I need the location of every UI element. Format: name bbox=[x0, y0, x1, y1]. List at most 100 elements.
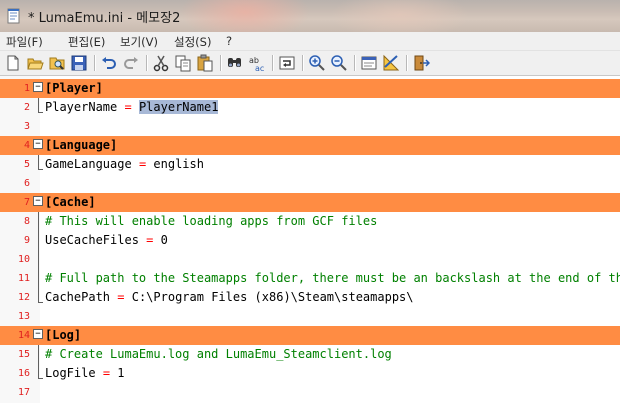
section-header: [Cache] bbox=[45, 195, 96, 209]
line-number: 8 bbox=[23, 216, 30, 227]
title-bar[interactable]: * LumaEmu.ini - 메모장2 bbox=[0, 0, 620, 32]
line-number: 11 bbox=[17, 273, 30, 284]
code-text: UseCacheFiles = 0 bbox=[45, 233, 168, 247]
ini-operator: = bbox=[138, 157, 147, 171]
open-file-icon[interactable] bbox=[26, 54, 44, 72]
toolbar-separator bbox=[272, 55, 274, 71]
code-text: LogFile = 1 bbox=[45, 366, 125, 380]
zoom-in-icon[interactable] bbox=[308, 54, 326, 72]
code-line[interactable]: 10 bbox=[0, 250, 620, 269]
menu-file[interactable]: 파일(F) bbox=[6, 34, 43, 50]
menu-view[interactable]: 보기(V) bbox=[120, 34, 158, 50]
code-line[interactable]: 6 bbox=[0, 174, 620, 193]
replace-icon[interactable]: ab ac bbox=[248, 54, 266, 72]
code-line[interactable]: 16 LogFile = 1 bbox=[0, 364, 620, 383]
editor-area[interactable]: 1 − [Player] 2 PlayerName = PlayerName1 … bbox=[0, 76, 620, 403]
title-bar-background-glow bbox=[180, 0, 310, 32]
line-number: 1 bbox=[23, 83, 30, 94]
menu-edit[interactable]: 편집(E) bbox=[68, 34, 105, 50]
svg-text:ac: ac bbox=[255, 64, 264, 72]
comment-text: # This will enable loading apps from GCF… bbox=[45, 214, 378, 228]
code-line[interactable]: 4 − [Language] bbox=[0, 136, 620, 155]
ini-key: PlayerName bbox=[45, 100, 118, 114]
scheme-icon[interactable] bbox=[360, 54, 378, 72]
ini-value: 1 bbox=[117, 366, 125, 380]
copy-icon[interactable] bbox=[174, 54, 192, 72]
code-line[interactable]: 8 # This will enable loading apps from G… bbox=[0, 212, 620, 231]
code-line[interactable]: 17 bbox=[0, 383, 620, 402]
ini-operator: = bbox=[117, 290, 125, 304]
toolbar-separator bbox=[94, 55, 96, 71]
fold-toggle-icon[interactable]: − bbox=[33, 329, 43, 339]
line-number: 17 bbox=[17, 387, 30, 398]
fold-toggle-icon[interactable]: − bbox=[33, 82, 43, 92]
ini-operator: = bbox=[124, 100, 132, 114]
save-icon[interactable] bbox=[70, 54, 88, 72]
line-number: 12 bbox=[17, 292, 30, 303]
toolbar-separator bbox=[406, 55, 408, 71]
ini-key: UseCacheFiles bbox=[45, 233, 139, 247]
code-line[interactable]: 13 bbox=[0, 307, 620, 326]
section-header: [Language] bbox=[45, 138, 118, 152]
comment-text: # Full path to the Steamapps folder, the… bbox=[45, 271, 620, 285]
menu-settings[interactable]: 설정(S) bbox=[174, 34, 211, 50]
ini-operator: = bbox=[102, 366, 111, 380]
line-number: 4 bbox=[23, 140, 30, 151]
line-number: 6 bbox=[23, 178, 30, 189]
ini-key: GameLanguage bbox=[45, 157, 132, 171]
toolbar-separator bbox=[354, 55, 356, 71]
code-line[interactable]: 12 CachePath = C:\Program Files (x86)\St… bbox=[0, 288, 620, 307]
window-title: * LumaEmu.ini - 메모장2 bbox=[28, 11, 181, 26]
comment-text: # Create LumaEmu.log and LumaEmu_Steamcl… bbox=[45, 347, 392, 361]
code-text: PlayerName = PlayerName1 bbox=[45, 100, 219, 114]
browse-icon[interactable] bbox=[48, 54, 66, 72]
code-line[interactable]: 3 bbox=[0, 117, 620, 136]
code-line[interactable]: 2 PlayerName = PlayerName1 bbox=[0, 98, 620, 117]
find-icon[interactable] bbox=[226, 54, 244, 72]
zoom-out-icon[interactable] bbox=[330, 54, 348, 72]
toolbar-separator bbox=[220, 55, 222, 71]
code-line[interactable]: 1 − [Player] bbox=[0, 79, 620, 98]
code-text: CachePath = C:\Program Files (x86)\Steam… bbox=[45, 290, 414, 304]
line-number: 3 bbox=[23, 121, 30, 132]
code-line[interactable]: 14 − [Log] bbox=[0, 326, 620, 345]
code-line[interactable]: 9 UseCacheFiles = 0 bbox=[0, 231, 620, 250]
ini-operator: = bbox=[146, 233, 154, 247]
line-number: 14 bbox=[17, 330, 30, 341]
paste-icon[interactable] bbox=[196, 54, 214, 72]
menu-help[interactable]: ? bbox=[226, 34, 232, 48]
ini-key: CachePath bbox=[45, 290, 111, 304]
fold-toggle-icon[interactable]: − bbox=[33, 196, 43, 206]
code-line[interactable]: 15 # Create LumaEmu.log and LumaEmu_Stea… bbox=[0, 345, 620, 364]
new-file-icon[interactable] bbox=[4, 54, 22, 72]
ini-value: 0 bbox=[160, 233, 168, 247]
exit-icon[interactable] bbox=[412, 54, 430, 72]
redo-icon[interactable] bbox=[122, 54, 140, 72]
section-header: [Log] bbox=[45, 328, 82, 342]
toolbar-separator bbox=[302, 55, 304, 71]
selected-value: PlayerName1 bbox=[138, 100, 219, 114]
code-text: GameLanguage = english bbox=[45, 157, 204, 171]
line-number: 15 bbox=[17, 349, 30, 360]
line-number: 13 bbox=[17, 311, 30, 322]
line-number: 16 bbox=[17, 368, 30, 379]
cut-icon[interactable] bbox=[152, 54, 170, 72]
ini-value: C:\Program Files (x86)\Steam\steamapps\ bbox=[131, 290, 414, 304]
undo-icon[interactable] bbox=[100, 54, 118, 72]
code-line[interactable]: 11 # Full path to the Steamapps folder, … bbox=[0, 269, 620, 288]
notepad-app-icon[interactable] bbox=[6, 8, 22, 24]
line-number: 2 bbox=[23, 102, 30, 113]
line-number: 9 bbox=[23, 235, 30, 246]
fold-toggle-icon[interactable]: − bbox=[33, 139, 43, 149]
code-line[interactable]: 5 GameLanguage = english bbox=[0, 155, 620, 174]
title-bar-background-glow-2 bbox=[330, 0, 470, 32]
customize-icon[interactable] bbox=[382, 54, 400, 72]
toolbar-separator bbox=[146, 55, 148, 71]
toolbar: ab ac bbox=[0, 51, 620, 76]
code-line[interactable]: 7 − [Cache] bbox=[0, 193, 620, 212]
menu-bar: 파일(F) 편집(E) 보기(V) 설정(S) ? bbox=[0, 32, 620, 51]
word-wrap-icon[interactable] bbox=[278, 54, 296, 72]
line-number: 10 bbox=[17, 254, 30, 265]
line-number: 5 bbox=[23, 159, 30, 170]
ini-value: english bbox=[153, 157, 204, 171]
